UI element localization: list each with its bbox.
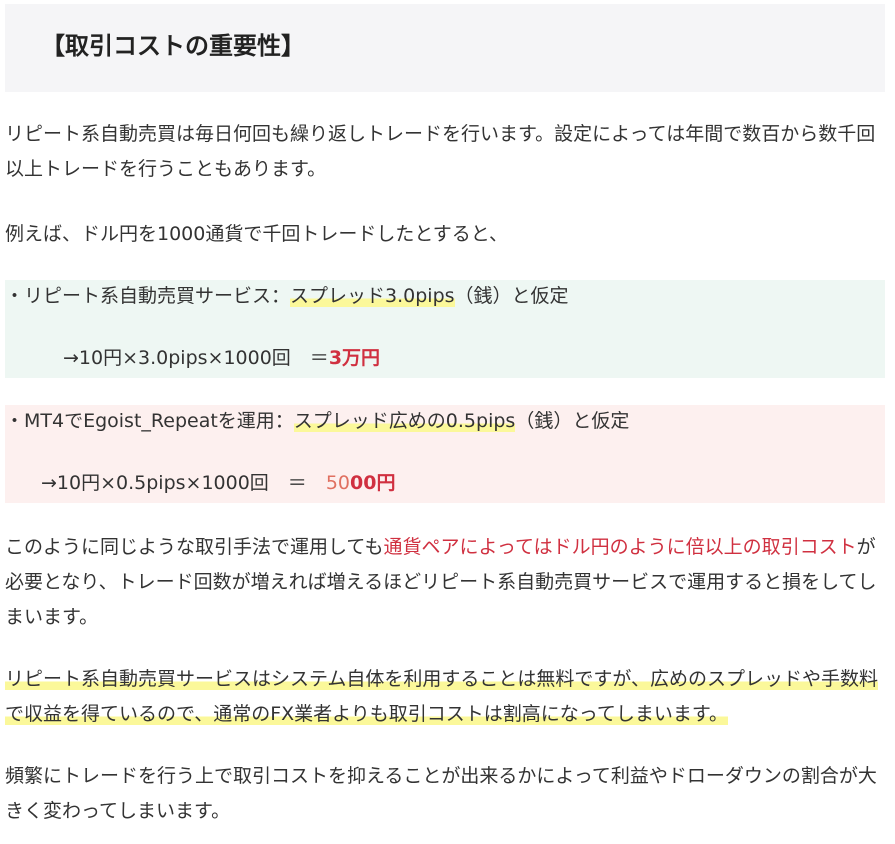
paragraph-comparison: このように同じような取引手法で運用しても通貨ペアによってはドル円のように倍以上の…: [5, 536, 877, 628]
paragraph-intro: リピート系自動売買は毎日何回も繰り返しトレードを行います。設定によっては年間で数…: [5, 123, 876, 180]
mt4-calc: →10円×0.5pips×1000回 ＝ 5000円: [41, 472, 396, 494]
paragraph-conclusion: 頻繁にトレードを行う上で取引コストを抑えることが出来るかによって利益やドローダウ…: [5, 765, 877, 822]
example-box-repeat-service: ・リピート系自動売買サービス：スプレッド3.0pips（銭）と仮定 →10円×3…: [5, 280, 885, 378]
heading-text: 【取引コストの重要性】: [41, 31, 305, 60]
paragraph-example: 例えば、ドル円を1000通貨で千回トレードしたとすると、: [5, 223, 509, 245]
repeat-service-assumption: ・リピート系自動売買サービス：スプレッド3.0pips（銭）と仮定: [5, 285, 569, 307]
section-heading: 【取引コストの重要性】: [5, 4, 885, 92]
service-cost-highlight: リピート系自動売買サービスはシステム自体を利用することは無料ですが、広めのスプレ…: [5, 668, 879, 725]
mt4-assumption: ・MT4でEgoist_Repeatを運用：スプレッド広めの0.5pips（銭）…: [5, 410, 630, 432]
cost-emphasis: 通貨ペアによってはドル円のように倍以上の取引コスト: [383, 536, 857, 558]
example-box-mt4: ・MT4でEgoist_Repeatを運用：スプレッド広めの0.5pips（銭）…: [5, 405, 885, 503]
spread-highlight: スプレッド3.0pips: [290, 285, 455, 307]
repeat-service-calc: →10円×3.0pips×1000回 ＝3万円: [63, 347, 381, 369]
paragraph-service-cost: リピート系自動売買サービスはシステム自体を利用することは無料ですが、広めのスプレ…: [5, 662, 885, 732]
repeat-service-result: 3万円: [328, 347, 381, 369]
spread-highlight: スプレッド広めの0.5pips: [293, 410, 516, 432]
